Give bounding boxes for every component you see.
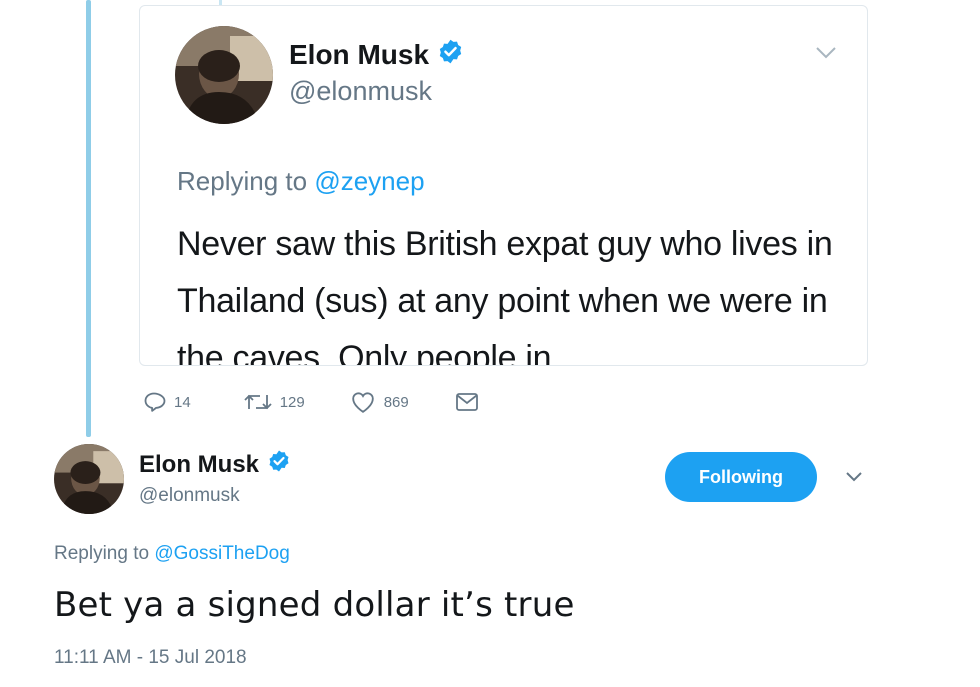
envelope-icon <box>455 392 479 412</box>
thread-connector-line <box>86 0 91 437</box>
chevron-down-icon[interactable] <box>845 470 863 488</box>
retweet-action[interactable]: 129 <box>243 391 305 413</box>
chevron-down-icon[interactable] <box>815 46 837 65</box>
avatar[interactable] <box>175 26 273 124</box>
verified-badge-icon <box>437 38 464 72</box>
author-name[interactable]: Elon Musk <box>139 449 291 480</box>
replying-to-line: Replying to @GossiTheDog <box>54 543 290 565</box>
author-handle[interactable]: @elonmusk <box>139 485 240 507</box>
author-name-text[interactable]: Elon Musk <box>139 451 259 479</box>
replying-to-line: Replying to @zeynep <box>177 166 425 197</box>
heart-icon <box>349 390 377 414</box>
mention-link[interactable]: @zeynep <box>314 166 424 196</box>
verified-badge-icon <box>267 449 291 480</box>
reply-action[interactable]: 14 <box>141 390 191 414</box>
author-name[interactable]: Elon Musk <box>289 38 464 72</box>
like-action[interactable]: 869 <box>349 390 409 414</box>
avatar[interactable] <box>54 444 124 514</box>
replying-prefix: Replying to <box>54 543 150 564</box>
retweet-icon <box>243 391 273 413</box>
author-name-text[interactable]: Elon Musk <box>289 39 429 71</box>
mention-link[interactable]: @GossiTheDog <box>154 543 289 564</box>
like-count: 869 <box>383 393 409 411</box>
direct-message-action[interactable] <box>455 392 479 412</box>
reply-count: 14 <box>174 393 191 411</box>
replying-prefix: Replying to <box>177 166 308 196</box>
following-button[interactable]: Following <box>665 452 817 502</box>
quoted-tweet-card[interactable]: Elon Musk @elonmusk Replying to @zeynep … <box>139 5 868 366</box>
tweet-text: Bet ya a signed dollar it’s true <box>54 585 575 625</box>
retweet-count: 129 <box>279 393 305 411</box>
tweet-action-bar: 14 129 869 <box>141 389 479 415</box>
avatar-image <box>54 444 124 514</box>
author-handle[interactable]: @elonmusk <box>289 76 432 107</box>
tweet-text: Never saw this British expat guy who liv… <box>177 225 833 366</box>
avatar-image <box>175 26 273 124</box>
tweet-timestamp[interactable]: 11:11 AM - 15 Jul 2018 <box>54 647 247 669</box>
reply-icon <box>141 390 167 414</box>
